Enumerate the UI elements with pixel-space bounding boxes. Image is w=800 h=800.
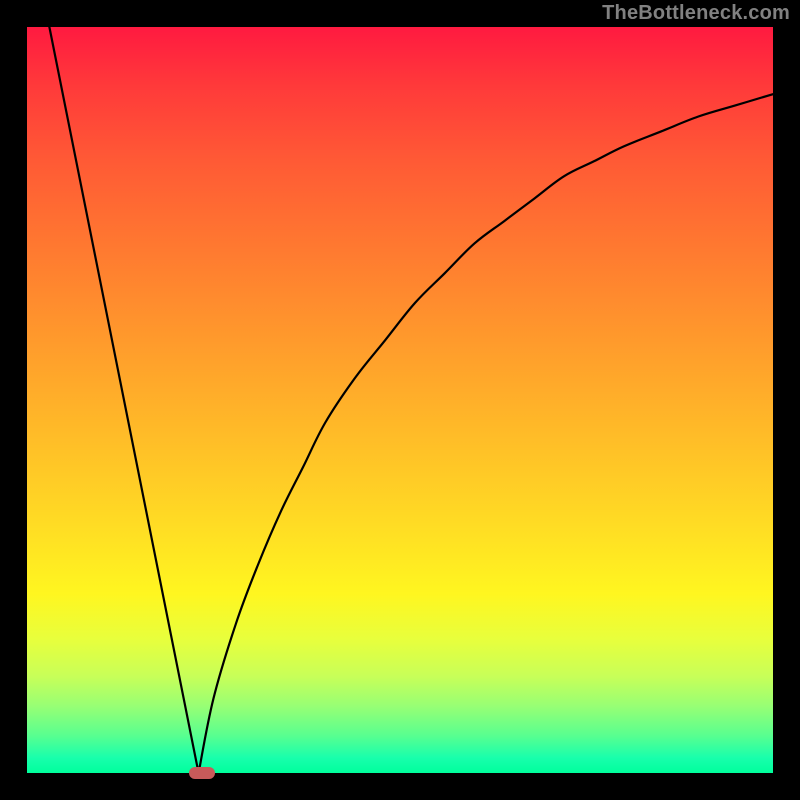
watermark-text: TheBottleneck.com [602, 2, 790, 25]
bottleneck-curve [27, 27, 773, 773]
target-marker [189, 767, 215, 779]
chart-frame: TheBottleneck.com [0, 0, 800, 800]
plot-area [27, 27, 773, 773]
